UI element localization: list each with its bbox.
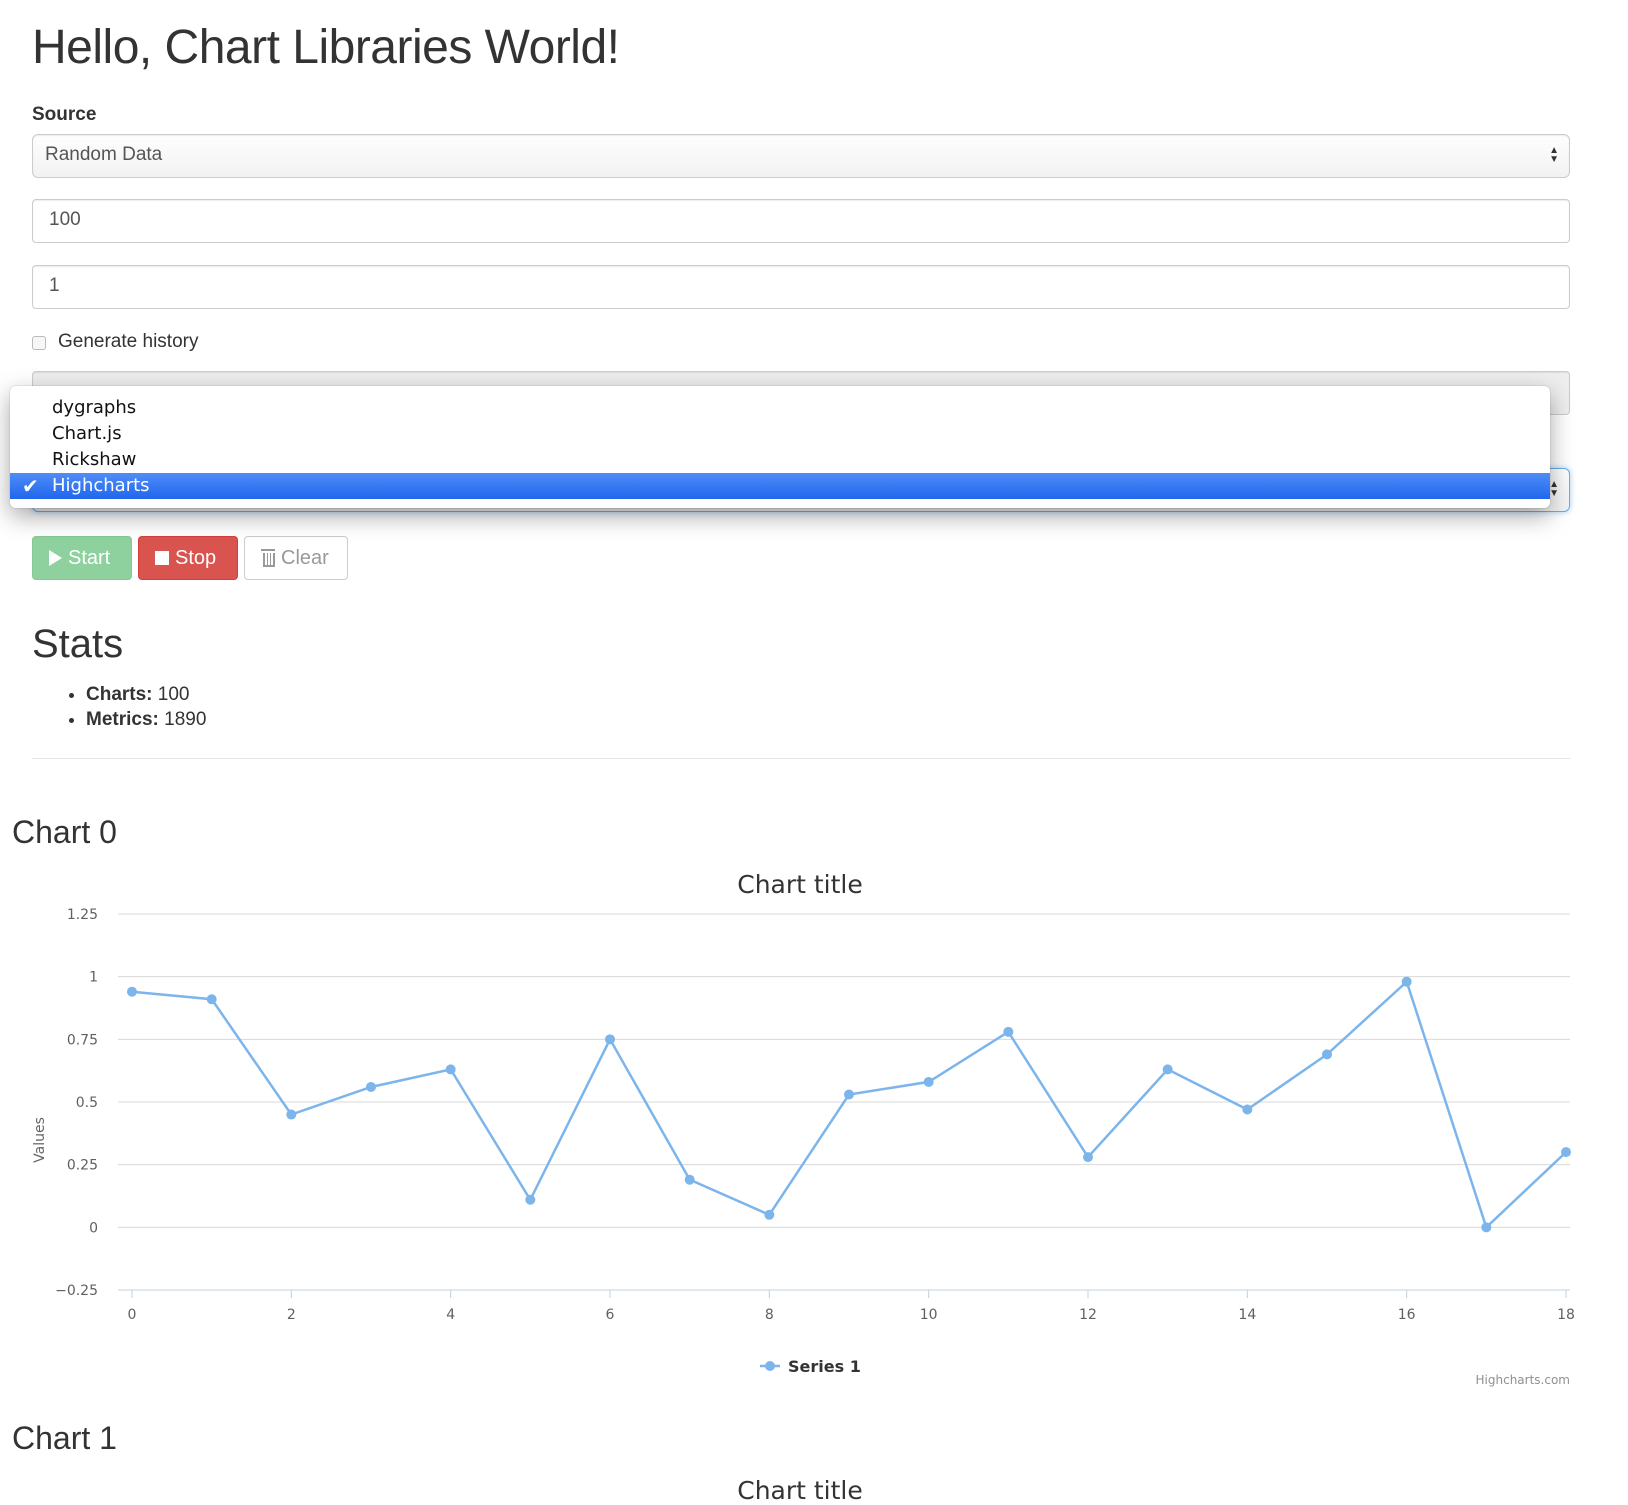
y-tick-label: 0 bbox=[89, 1220, 98, 1236]
data-point[interactable] bbox=[844, 1089, 854, 1100]
clear-button-label: Clear bbox=[281, 546, 329, 569]
library-option-label: dygraphs bbox=[52, 397, 137, 418]
data-point[interactable] bbox=[206, 994, 217, 1005]
y-tick-label: 0.25 bbox=[67, 1158, 98, 1174]
stop-button-label: Stop bbox=[175, 546, 217, 569]
select-arrows-icon: ▲ ▼ bbox=[1549, 479, 1559, 499]
stop-button[interactable]: Stop bbox=[138, 536, 238, 580]
data-point[interactable] bbox=[1242, 1104, 1253, 1115]
stats-heading: Stats bbox=[32, 622, 124, 666]
trash-icon bbox=[261, 549, 275, 567]
x-tick-label: 0 bbox=[128, 1307, 137, 1323]
library-option-label: Highcharts bbox=[52, 475, 150, 496]
y-tick-label: 0.5 bbox=[76, 1095, 98, 1111]
y-axis-label: Values bbox=[32, 1117, 48, 1163]
start-button-label: Start bbox=[68, 546, 111, 569]
data-point[interactable] bbox=[1083, 1152, 1093, 1163]
source-select[interactable]: Random Data ▲ ▼ bbox=[32, 134, 1570, 178]
x-tick-label: 6 bbox=[606, 1307, 615, 1323]
data-point[interactable] bbox=[1401, 976, 1412, 987]
chart-1-title: Chart title bbox=[737, 1476, 863, 1505]
x-tick-label: 14 bbox=[1238, 1307, 1256, 1323]
x-tick-label: 8 bbox=[765, 1307, 774, 1323]
play-icon bbox=[49, 550, 62, 566]
data-point[interactable] bbox=[1322, 1049, 1332, 1060]
legend-label: Series 1 bbox=[788, 1357, 861, 1376]
data-point[interactable] bbox=[366, 1081, 376, 1092]
clear-button[interactable]: Clear bbox=[244, 536, 348, 580]
library-option-label: Chart.js bbox=[52, 423, 122, 444]
data-point[interactable] bbox=[1561, 1147, 1571, 1158]
library-option[interactable]: dygraphs bbox=[10, 395, 1550, 421]
generate-history-checkbox[interactable] bbox=[32, 336, 46, 350]
library-option[interactable]: Chart.js bbox=[10, 421, 1550, 447]
data-point[interactable] bbox=[127, 986, 137, 997]
data-point[interactable] bbox=[605, 1034, 615, 1045]
checkmark-icon: ✔ bbox=[22, 474, 39, 498]
x-tick-label: 4 bbox=[446, 1307, 455, 1323]
x-tick-label: 2 bbox=[287, 1307, 296, 1323]
stats-metrics: Metrics: 1890 bbox=[86, 707, 206, 732]
x-tick-label: 10 bbox=[920, 1307, 938, 1323]
data-point[interactable] bbox=[445, 1064, 456, 1075]
credit-link[interactable]: Highcharts.com bbox=[1476, 1373, 1570, 1387]
chart-0: 1.25 1 0.75 0.5 0.25 0 −0.25 0 2 4 6 8 10 12 14 16 18 V… bbox=[32, 907, 1575, 1387]
source-label: Source bbox=[32, 104, 97, 125]
data-point[interactable] bbox=[923, 1076, 934, 1087]
charts-count-input[interactable]: 100 bbox=[32, 199, 1570, 243]
chart-0-title: Chart title bbox=[737, 870, 863, 899]
series-line bbox=[131, 979, 1567, 1230]
data-point[interactable] bbox=[286, 1109, 297, 1120]
data-point[interactable] bbox=[684, 1174, 695, 1185]
start-button[interactable]: Start bbox=[32, 536, 132, 580]
legend[interactable]: Series 1 bbox=[760, 1357, 861, 1376]
page-title: Hello, Chart Libraries World! bbox=[32, 21, 620, 74]
x-tick-label: 16 bbox=[1398, 1307, 1416, 1323]
data-point[interactable] bbox=[1003, 1026, 1014, 1037]
data-point[interactable] bbox=[525, 1194, 536, 1205]
generate-history-label: Generate history bbox=[58, 331, 199, 352]
interval-input[interactable]: 1 bbox=[32, 265, 1570, 309]
y-tick-label: 1.25 bbox=[67, 907, 98, 923]
y-tick-label: −0.25 bbox=[55, 1283, 98, 1299]
library-option[interactable]: Rickshaw bbox=[10, 447, 1550, 473]
stop-icon bbox=[155, 551, 169, 565]
select-arrows-icon: ▲ ▼ bbox=[1549, 145, 1559, 165]
chart-1-heading: Chart 1 bbox=[12, 1420, 117, 1456]
library-option-label: Rickshaw bbox=[52, 449, 137, 470]
stats-list: Charts: 100 Metrics: 1890 bbox=[60, 682, 206, 732]
library-option[interactable]: ✔ Highcharts bbox=[10, 473, 1550, 499]
data-point[interactable] bbox=[1162, 1064, 1173, 1075]
chart-0-heading: Chart 0 bbox=[12, 814, 117, 850]
x-tick-label: 12 bbox=[1079, 1307, 1097, 1323]
library-dropdown[interactable]: dygraphs Chart.js Rickshaw ✔ Highcharts bbox=[10, 386, 1550, 508]
divider bbox=[32, 758, 1570, 759]
x-tick-label: 18 bbox=[1557, 1307, 1575, 1323]
y-tick-label: 0.75 bbox=[67, 1032, 98, 1048]
data-point[interactable] bbox=[764, 1209, 775, 1220]
data-point[interactable] bbox=[1481, 1222, 1492, 1233]
stats-charts: Charts: 100 bbox=[86, 682, 206, 707]
legend-marker-icon bbox=[765, 1361, 775, 1371]
source-select-value: Random Data bbox=[45, 144, 163, 165]
y-tick-label: 1 bbox=[89, 970, 98, 986]
